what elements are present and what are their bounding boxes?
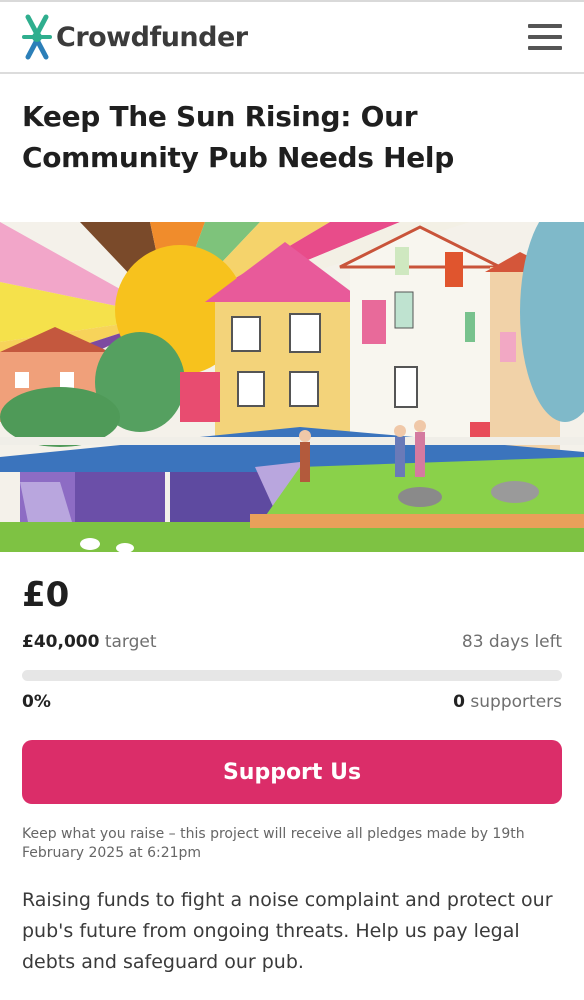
supporters-label: supporters — [470, 692, 562, 712]
hamburger-menu-icon[interactable] — [528, 24, 562, 50]
target-amount: £40,000 — [22, 632, 100, 652]
brand-logo-link[interactable]: Crowdfunder — [22, 14, 248, 60]
pub-illustration — [0, 222, 584, 552]
brand-name: Crowdfunder — [56, 21, 248, 53]
stats-row: 0% 0 supporters — [22, 692, 562, 712]
project-title: Keep The Sun Rising: Our Community Pub N… — [22, 100, 454, 174]
target-row: £40,000 target 83 days left — [22, 632, 562, 652]
supporters-count: 0 — [453, 692, 466, 712]
site-header: Crowdfunder — [0, 2, 584, 74]
days-left: 83 days left — [461, 632, 562, 652]
amount-raised: £0 — [22, 575, 70, 615]
support-us-button[interactable]: Support Us — [22, 740, 562, 804]
funding-progress-bar — [22, 670, 562, 681]
target-info: £40,000 target — [22, 632, 157, 652]
percent-funded: 0% — [22, 692, 51, 712]
project-summary: Raising funds to fight a noise complaint… — [22, 889, 553, 973]
target-label: target — [104, 632, 157, 652]
keep-what-you-raise-note: Keep what you raise – this project will … — [22, 826, 525, 861]
project-hero-image — [0, 222, 584, 552]
supporters-info: 0 supporters — [453, 692, 562, 712]
crowdfunder-logo-icon — [22, 14, 52, 60]
